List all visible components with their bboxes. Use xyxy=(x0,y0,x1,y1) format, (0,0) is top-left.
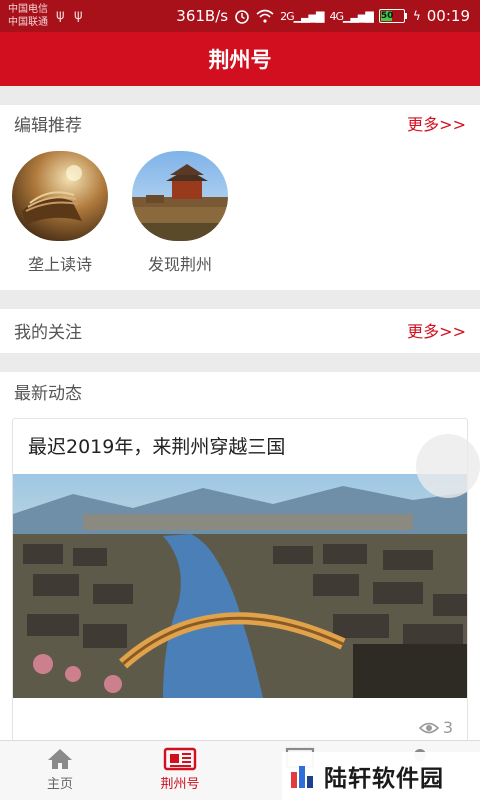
network-speed: 361B/s xyxy=(176,7,229,25)
editor-picks-more-link[interactable]: 更多>> xyxy=(407,111,466,135)
following-title: 我的关注 xyxy=(14,322,82,343)
watermark-logo-icon xyxy=(291,766,313,788)
home-icon xyxy=(48,749,72,769)
status-bar: 中国电信 中国联通 ψ ψ 361B/s 2G▁▃▅▇ 4G▁▃▅▇ 50 ϟ … xyxy=(0,0,480,32)
nav-home-label: 主页 xyxy=(46,777,73,792)
wifi-icon xyxy=(256,9,274,23)
title-bar: 荆州号 xyxy=(0,32,480,86)
editor-picks-section: 编辑推荐 更多>> 垄上读诗 发现荆州 xyxy=(0,105,480,290)
alarm-icon xyxy=(235,10,249,24)
watermark-text: 陆轩软件园 xyxy=(324,766,444,792)
nav-jingzhou-label: 荆州号 xyxy=(160,777,200,792)
article-image xyxy=(13,474,467,698)
carrier-info: 中国电信 中国联通 xyxy=(8,3,48,29)
battery-level: 50 xyxy=(380,11,394,21)
view-count: 3 xyxy=(418,718,453,737)
charging-icon: ϟ xyxy=(412,9,421,23)
nav-home[interactable]: 主页 xyxy=(20,747,100,792)
following-more-link[interactable]: 更多>> xyxy=(407,318,466,342)
eye-icon xyxy=(418,722,439,733)
following-section: 我的关注 更多>> xyxy=(0,309,480,353)
usb-icon: ψ xyxy=(56,8,65,23)
channel-label-discover: 发现荆州 xyxy=(147,255,212,274)
watermark: 陆轩软件园 xyxy=(282,752,480,800)
article-title: 最迟2019年，来荆州穿越三国 xyxy=(28,436,286,458)
channel-avatar-discover xyxy=(132,151,228,241)
newspaper-icon xyxy=(163,747,197,771)
clock: 00:19 xyxy=(426,7,470,25)
latest-title: 最新动态 xyxy=(14,383,82,404)
page-title: 荆州号 xyxy=(208,48,272,72)
signal-2-icon: 4G▁▃▅▇ xyxy=(329,9,373,23)
carrier-1: 中国电信 xyxy=(8,4,48,15)
article-card[interactable]: 最迟2019年，来荆州穿越三国 3 xyxy=(12,418,468,748)
signal-1-icon: 2G▁▃▅▇ xyxy=(280,9,324,23)
channel-label-poetry: 垄上读诗 xyxy=(27,255,92,274)
nav-jingzhou[interactable]: 荆州号 xyxy=(140,747,220,792)
battery-icon: 50 xyxy=(378,9,407,23)
channel-card-poetry[interactable]: 垄上读诗 xyxy=(12,151,108,275)
channel-card-discover[interactable]: 发现荆州 xyxy=(132,151,228,275)
view-count-value: 3 xyxy=(442,718,453,737)
channel-avatar-poetry xyxy=(12,151,108,241)
usb-icon: ψ xyxy=(74,8,83,23)
carrier-2: 中国联通 xyxy=(8,17,48,28)
floating-action-button[interactable] xyxy=(416,434,480,498)
editor-picks-title: 编辑推荐 xyxy=(14,115,82,136)
